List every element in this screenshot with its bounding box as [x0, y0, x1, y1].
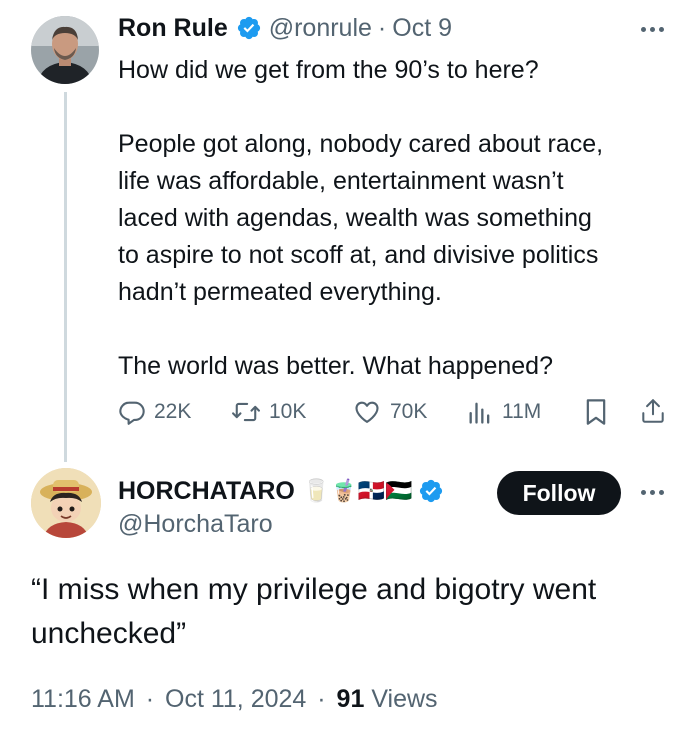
- meta-separator: ·: [317, 685, 326, 713]
- repost-button[interactable]: 10K: [231, 396, 306, 428]
- more-options-icon[interactable]: [641, 27, 664, 32]
- tweet-text-line: hadn’t permeated everything.: [118, 278, 442, 306]
- reply-icon: [119, 401, 145, 425]
- tweet-text-line: laced with agendas, wealth was something: [118, 204, 592, 232]
- tweet-text-line: People got along, nobody cared about rac…: [118, 130, 604, 158]
- like-button[interactable]: 70K: [352, 396, 427, 428]
- verified-badge-icon: [236, 15, 262, 41]
- tweet-text-line: [118, 311, 678, 348]
- verified-badge-icon: [418, 478, 444, 504]
- reply-button[interactable]: 22K: [118, 396, 191, 428]
- thread-connector-line: [64, 92, 67, 462]
- follow-button[interactable]: Follow: [497, 471, 621, 515]
- author-avatar[interactable]: [31, 16, 99, 84]
- author-name[interactable]: Ron Rule: [118, 14, 228, 43]
- reply-meta: 11:16 AM · Oct 11, 2024 · 91 Views: [31, 685, 438, 714]
- views-chart-icon: [469, 402, 490, 424]
- views-button[interactable]: 11M: [466, 396, 541, 428]
- tweet-text-line: [118, 89, 678, 126]
- tweet-date[interactable]: Oct 9: [392, 14, 452, 43]
- reply-author-avatar[interactable]: [31, 468, 101, 538]
- like-count: 70K: [390, 400, 428, 423]
- author-handle[interactable]: @ronrule: [269, 14, 372, 43]
- share-icon: [642, 399, 664, 423]
- tweet-text-line: life was affordable, entertainment wasn’…: [118, 167, 564, 195]
- header-separator: ·: [377, 13, 387, 42]
- views-count: 91: [336, 685, 365, 713]
- repost-icon: [232, 402, 260, 422]
- reply-text-line: unchecked”: [31, 617, 187, 650]
- tweet-text-line: How did we get from the 90’s to here?: [118, 56, 539, 84]
- share-button[interactable]: [640, 397, 666, 430]
- post-date[interactable]: Oct 11, 2024: [165, 685, 306, 713]
- tweet-header: Ron Rule @ronrule · Oct 9: [118, 12, 452, 44]
- views-count: 11M: [502, 400, 542, 423]
- name-emoji: 🥛🧋🇩🇴🇵🇸: [302, 478, 413, 503]
- reply-count: 22K: [154, 400, 192, 423]
- meta-separator: ·: [145, 685, 155, 713]
- reply-author-handle[interactable]: @HorchaTaro: [118, 510, 273, 539]
- views-label: Views: [371, 685, 438, 713]
- repost-count: 10K: [269, 400, 307, 423]
- tweet-text: How did we get from the 90’s to here? Pe…: [118, 52, 678, 385]
- heart-icon: [355, 401, 379, 423]
- reply-header: HORCHATARO 🥛🧋🇩🇴🇵🇸: [118, 474, 444, 508]
- reply-text-line: “I miss when my privilege and bigotry we…: [31, 573, 597, 606]
- reply-text: “I miss when my privilege and bigotry we…: [31, 568, 681, 656]
- bookmark-button[interactable]: [584, 398, 608, 431]
- more-options-icon[interactable]: [641, 490, 664, 495]
- post-time[interactable]: 11:16 AM: [31, 685, 135, 713]
- tweet-text-line: to aspire to not scoff at, and divisive …: [118, 241, 599, 269]
- reply-author-name[interactable]: HORCHATARO: [118, 477, 295, 506]
- bookmark-icon: [586, 399, 606, 425]
- tweet-text-line: The world was better. What happened?: [118, 352, 553, 380]
